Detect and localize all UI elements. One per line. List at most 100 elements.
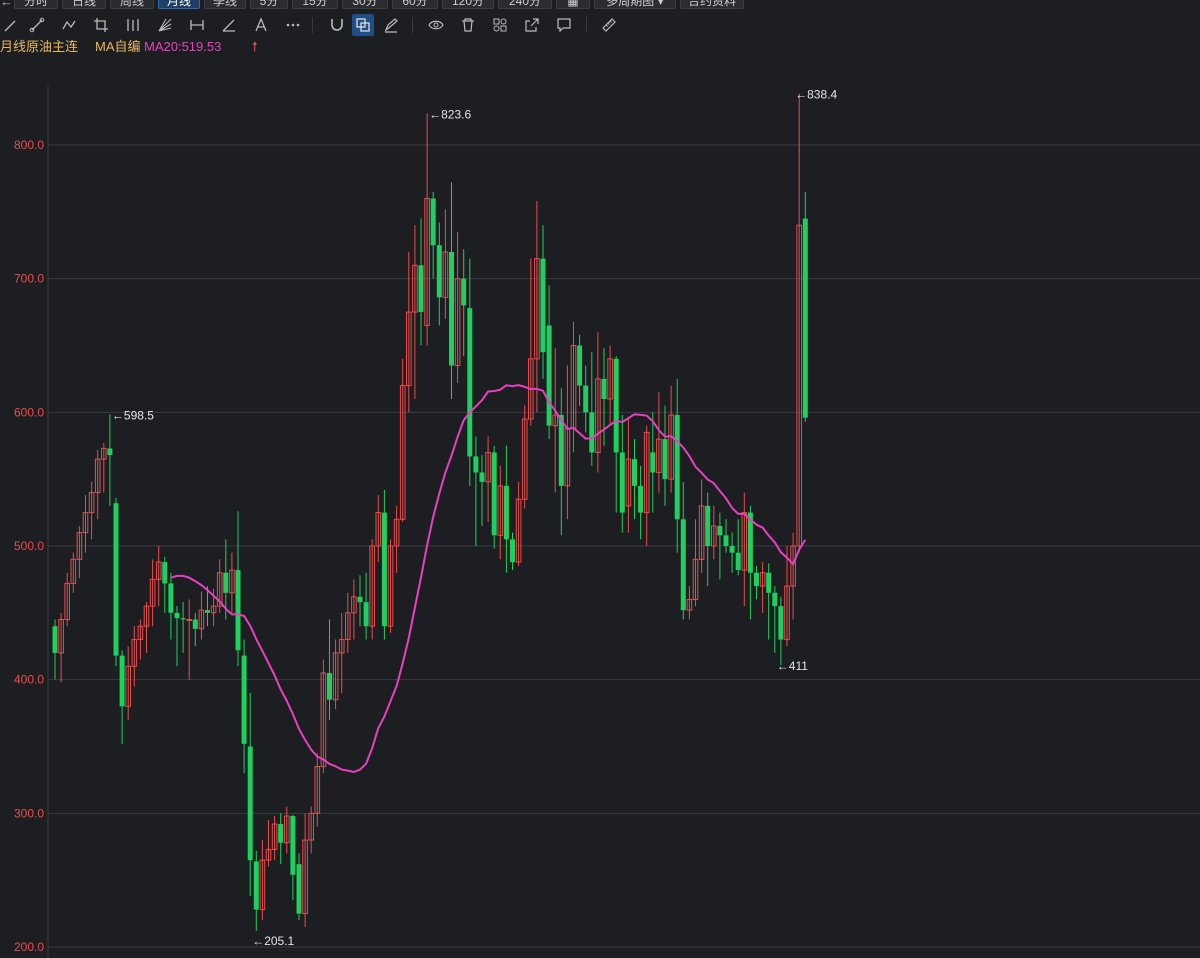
period-button-30min[interactable]: 30分 [342, 0, 388, 9]
candle-body [52, 626, 58, 653]
period-button-fenshi[interactable]: 分时 [14, 0, 58, 9]
candle-body [247, 746, 253, 861]
period-button-monthly[interactable]: 月线 [158, 0, 200, 9]
toolbar-divider [586, 17, 587, 33]
period-button-240min[interactable]: 240分 [498, 0, 552, 9]
candle-body [107, 448, 113, 456]
contract-info-button[interactable]: 合约资料 [680, 0, 744, 9]
segment-tool-icon[interactable] [26, 14, 48, 36]
trash-icon[interactable] [457, 14, 479, 36]
candle-body [802, 218, 808, 418]
candle-body [479, 472, 485, 482]
chevron-down-icon: ▾ [657, 0, 664, 8]
candle-body [613, 358, 619, 453]
toolbar-divider [412, 17, 413, 33]
pencil-icon[interactable] [380, 14, 402, 36]
candle-body [467, 308, 473, 457]
candle-body [327, 672, 332, 700]
candle-body [503, 485, 509, 540]
legend-ma-value: MA20:519.53 [144, 39, 222, 54]
candle-body [296, 864, 302, 914]
crop-tool-icon[interactable] [90, 14, 112, 36]
candlestick-chart: 200.0 300.0 400.0 500.0 600.0 700.0 800.0 ←598.… [14, 86, 1200, 958]
export-icon[interactable] [521, 14, 543, 36]
candle-body [192, 619, 198, 629]
period-button-5min[interactable]: 5分 [250, 0, 288, 9]
candle-body [113, 503, 119, 656]
y-tick-label: 400.0 [14, 673, 44, 687]
candle-body [223, 572, 229, 593]
candle-body [119, 655, 125, 707]
candle-body [619, 452, 625, 513]
candle-body [449, 251, 454, 366]
candle-body [430, 198, 436, 246]
period-button-120min[interactable]: 120分 [442, 0, 494, 9]
legend-indicator: MA自编 [95, 39, 141, 54]
price-annotation: ←411 [777, 659, 808, 673]
candle-body [729, 546, 735, 553]
candle-body [772, 592, 778, 607]
comment-icon[interactable] [553, 14, 575, 36]
legend-period: 月线 [0, 39, 27, 54]
drawing-toolbar [0, 14, 1200, 36]
measure-tool-icon[interactable] [186, 14, 208, 36]
legend-contract: 原油主连 [26, 39, 79, 54]
candle-body [180, 618, 186, 620]
candle-body [162, 562, 168, 584]
candle-body [717, 525, 723, 536]
candle-body [363, 602, 369, 627]
ruler-icon[interactable] [598, 14, 620, 36]
candle-body [778, 606, 784, 640]
price-annotation: ←823.6 [429, 107, 471, 121]
line-tool-icon[interactable] [0, 14, 22, 36]
candle-body [473, 456, 479, 473]
period-button-daily[interactable]: 日线 [62, 0, 106, 9]
multi-period-dropdown[interactable]: 多周期图 ▾ [594, 0, 676, 9]
fan-tool-icon[interactable] [154, 14, 176, 36]
candle-body [735, 552, 741, 571]
polyline-tool-icon[interactable] [58, 14, 80, 36]
candle-body [540, 258, 546, 353]
candle-body [461, 278, 467, 306]
candle-body [174, 612, 180, 619]
candle-body [589, 412, 595, 453]
period-button-15min[interactable]: 15分 [292, 0, 338, 9]
shapes-icon[interactable] [489, 14, 511, 36]
candle-body [205, 610, 210, 613]
multi-period-label: 多周期图 [606, 0, 655, 8]
candle-body [632, 459, 637, 486]
period-button-quarterly[interactable]: 季线 [204, 0, 246, 9]
price-annotation: ←838.4 [795, 88, 837, 102]
period-button-weekly[interactable]: 周线 [110, 0, 154, 9]
candle-body [754, 572, 759, 587]
candle-body [577, 345, 583, 386]
candle-body [436, 245, 442, 298]
candle-body [546, 325, 552, 426]
y-tick-label: 600.0 [14, 405, 44, 419]
candle-body [680, 519, 686, 611]
candle-body [253, 861, 259, 910]
overlay-icon[interactable] [352, 14, 374, 36]
candle-body [601, 378, 607, 399]
magnet-icon[interactable] [326, 14, 348, 36]
grid-menu-icon[interactable]: ▦ [556, 0, 590, 9]
eye-icon[interactable] [425, 14, 447, 36]
back-icon[interactable]: ← [0, 0, 13, 9]
price-annotation: ←205.1 [252, 934, 294, 948]
candle-body [290, 816, 296, 875]
more-tools-icon[interactable] [282, 14, 304, 36]
angle-tool-icon[interactable] [218, 14, 240, 36]
candle-body [662, 439, 668, 480]
up-arrow-icon: 🠕 [252, 39, 258, 54]
candle-body [674, 415, 680, 520]
y-tick-label: 500.0 [14, 539, 44, 553]
candle-body [705, 505, 711, 546]
candle-body [510, 539, 515, 563]
bar-tool-icon[interactable] [122, 14, 144, 36]
candle-body [235, 570, 241, 651]
toolbar-divider [312, 17, 313, 33]
text-tool-icon[interactable] [250, 14, 272, 36]
period-button-60min[interactable]: 60分 [392, 0, 438, 9]
y-tick-label: 200.0 [14, 940, 44, 954]
y-tick-label: 700.0 [14, 272, 44, 286]
